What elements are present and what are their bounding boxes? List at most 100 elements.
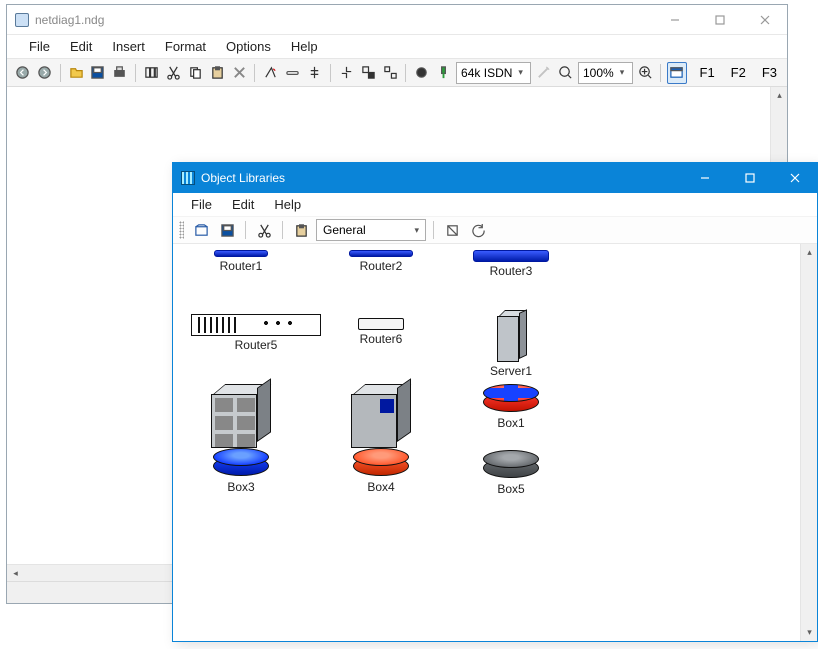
fit-window-button[interactable] — [667, 62, 686, 84]
library-item-box3[interactable]: Box3 — [181, 384, 301, 494]
item-label: Router5 — [235, 338, 278, 352]
menu-edit[interactable]: Edit — [60, 36, 102, 57]
item-label: Box4 — [367, 480, 394, 494]
delete-button[interactable] — [230, 62, 249, 84]
library-toolbar: General ▾ — [173, 216, 817, 244]
server-cube-icon — [351, 384, 411, 448]
cut-button[interactable] — [164, 62, 183, 84]
menu-help[interactable]: Help — [281, 36, 328, 57]
library-item-box1[interactable]: Box1 — [451, 384, 571, 430]
router-icon — [349, 250, 413, 257]
lib-maximize-button[interactable] — [727, 163, 772, 193]
lib-save-button[interactable] — [216, 219, 238, 241]
library-item-router3[interactable]: Router3 — [451, 250, 571, 278]
lib-menu-edit[interactable]: Edit — [222, 194, 264, 215]
copy-button[interactable] — [186, 62, 205, 84]
connector-button[interactable] — [434, 62, 453, 84]
library-title: Object Libraries — [201, 171, 682, 185]
close-button[interactable] — [742, 5, 787, 35]
library-item-box4[interactable]: Box4 — [321, 384, 441, 494]
chevron-down-icon: ▾ — [620, 67, 625, 78]
style-button[interactable] — [261, 62, 280, 84]
wizard-button[interactable] — [534, 62, 553, 84]
print-button[interactable] — [110, 62, 129, 84]
menu-format[interactable]: Format — [155, 36, 216, 57]
menu-insert[interactable]: Insert — [102, 36, 155, 57]
library-app-icon — [181, 171, 195, 185]
library-item-router1[interactable]: Router1 — [181, 250, 301, 273]
scroll-up-button[interactable]: ▴ — [771, 87, 787, 104]
main-title: netdiag1.ndg — [35, 13, 652, 27]
library-item-router6[interactable]: Router6 — [321, 318, 441, 346]
library-item-box5[interactable]: Box5 — [451, 450, 571, 496]
lib-minimize-button[interactable] — [682, 163, 727, 193]
main-titlebar[interactable]: netdiag1.ndg — [7, 5, 787, 35]
library-item-server1[interactable]: Server1 — [451, 310, 571, 378]
link-button[interactable] — [283, 62, 302, 84]
lib-paste-button[interactable] — [290, 219, 312, 241]
toolbar-gripper[interactable] — [179, 221, 184, 239]
category-select[interactable]: General ▾ — [316, 219, 426, 241]
chevron-down-icon: ▾ — [414, 225, 419, 236]
fkey-f1[interactable]: F1 — [696, 63, 719, 82]
paste-button[interactable] — [208, 62, 227, 84]
menu-file[interactable]: File — [19, 36, 60, 57]
lib-refresh-button[interactable] — [467, 219, 489, 241]
scroll-down-button[interactable]: ▾ — [801, 624, 817, 641]
library-item-router2[interactable]: Router2 — [321, 250, 441, 273]
save-button[interactable] — [88, 62, 107, 84]
disc-icon — [353, 448, 409, 478]
router-icon — [358, 318, 404, 330]
lib-menu-help[interactable]: Help — [264, 194, 311, 215]
zoom-out-button[interactable] — [556, 62, 575, 84]
zoom-in-button[interactable] — [636, 62, 655, 84]
category-value: General — [323, 223, 366, 237]
zoom-value: 100% — [583, 66, 614, 80]
library-menubar: File Edit Help — [173, 193, 817, 216]
snap-button[interactable] — [337, 62, 356, 84]
ungroup-button[interactable] — [381, 62, 400, 84]
main-toolbar: 64k ISDN ▾ 100% ▾ F1 F2 F3 — [7, 58, 787, 87]
minimize-button[interactable] — [652, 5, 697, 35]
link-speed-select[interactable]: 64k ISDN ▾ — [456, 62, 531, 84]
zoom-select[interactable]: 100% ▾ — [578, 62, 633, 84]
record-button[interactable] — [412, 62, 431, 84]
scroll-up-button[interactable]: ▴ — [801, 244, 817, 261]
lib-menu-file[interactable]: File — [181, 194, 222, 215]
maximize-button[interactable] — [697, 5, 742, 35]
app-icon — [15, 13, 29, 27]
menu-options[interactable]: Options — [216, 36, 281, 57]
library-vertical-scrollbar[interactable]: ▴ ▾ — [800, 244, 817, 641]
lib-close-button[interactable] — [772, 163, 817, 193]
main-menubar: File Edit Insert Format Options Help — [7, 35, 787, 58]
open-button[interactable] — [67, 62, 86, 84]
item-label: Router3 — [490, 264, 533, 278]
item-label: Box1 — [497, 416, 524, 430]
fkey-hints: F1 F2 F3 — [696, 63, 782, 82]
library-grid[interactable]: Router1 Router2 Router3 Router5 Router6 … — [173, 244, 817, 641]
scroll-left-button[interactable]: ◂ — [7, 565, 24, 581]
router-icon — [473, 250, 549, 262]
library-item-router5[interactable]: Router5 — [181, 314, 331, 352]
item-label: Router6 — [360, 332, 403, 346]
library-button[interactable] — [142, 62, 161, 84]
group-button[interactable] — [359, 62, 378, 84]
align-center-button[interactable] — [305, 62, 324, 84]
item-label: Box3 — [227, 480, 254, 494]
item-label: Server1 — [490, 364, 532, 378]
nav-back-button[interactable] — [13, 62, 32, 84]
item-label: Router2 — [360, 259, 403, 273]
lib-edit-button[interactable] — [441, 219, 463, 241]
item-label: Router1 — [220, 259, 263, 273]
item-label: Box5 — [497, 482, 524, 496]
fkey-f2[interactable]: F2 — [727, 63, 750, 82]
library-window: Object Libraries File Edit Help General … — [172, 162, 818, 642]
fkey-f3[interactable]: F3 — [758, 63, 781, 82]
router-icon — [214, 250, 268, 257]
nav-fwd-button[interactable] — [35, 62, 54, 84]
rack-router-icon — [191, 314, 321, 336]
disc-icon — [483, 384, 539, 414]
library-titlebar[interactable]: Object Libraries — [173, 163, 817, 193]
lib-cut-button[interactable] — [253, 219, 275, 241]
lib-open-button[interactable] — [190, 219, 212, 241]
